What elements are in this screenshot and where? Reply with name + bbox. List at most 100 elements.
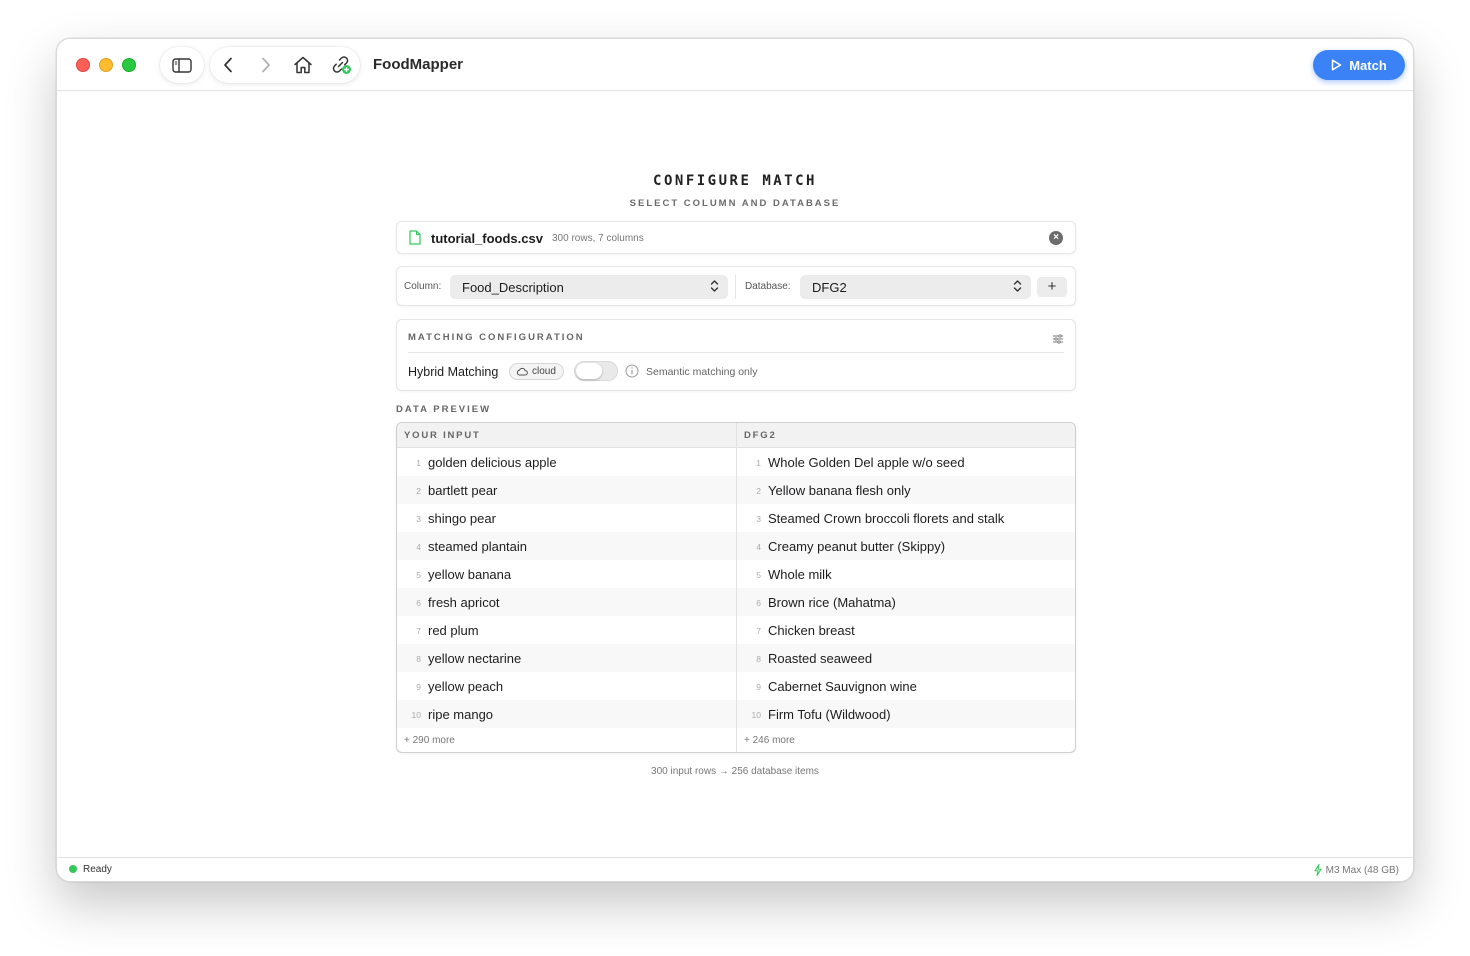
selected-file-card: tutorial_foods.csv 300 rows, 7 columns ×	[396, 221, 1076, 254]
status-indicator	[69, 865, 77, 873]
selector-divider	[735, 275, 736, 299]
table-row: 3 shingo pear	[397, 504, 736, 532]
hybrid-matching-toggle[interactable]	[574, 361, 618, 381]
chevron-right-icon	[262, 57, 270, 73]
table-row: 4 Creamy peanut butter (Skippy)	[737, 532, 1075, 560]
row-text: Chicken breast	[768, 623, 855, 638]
sidebar-toggle-group	[160, 47, 204, 83]
row-number: 1	[756, 458, 761, 468]
row-number: 4	[416, 542, 421, 552]
row-number: 10	[411, 710, 421, 720]
database-rows: 1 Whole Golden Del apple w/o seed 2 Yellow …	[737, 448, 1075, 728]
home-icon	[294, 56, 312, 74]
row-number: 6	[416, 598, 421, 608]
row-text: shingo pear	[428, 511, 496, 526]
close-window-button[interactable]	[76, 58, 90, 72]
table-row: 3 Steamed Crown broccoli florets and stal…	[737, 504, 1075, 532]
row-number: 7	[416, 626, 421, 636]
row-number: 2	[416, 486, 421, 496]
row-number: 8	[756, 654, 761, 664]
row-number: 8	[416, 654, 421, 664]
row-text: red plum	[428, 623, 479, 638]
sidebar-toggle-button[interactable]	[166, 47, 198, 83]
config-divider	[408, 352, 1064, 353]
selector-card: Column: Food_Description Database: DFG2 …	[396, 266, 1076, 306]
table-row: 5 Whole milk	[737, 560, 1075, 588]
play-icon	[1331, 59, 1342, 71]
row-text: fresh apricot	[428, 595, 500, 610]
cloud-badge: cloud	[509, 363, 564, 380]
hardware-info: M3 Max (48 GB)	[1314, 864, 1399, 876]
database-select[interactable]: DFG2	[800, 275, 1031, 299]
sidebar-icon	[172, 57, 192, 73]
row-number: 10	[751, 710, 761, 720]
link-add-icon	[332, 56, 351, 74]
app-title: FoodMapper	[373, 56, 463, 73]
sliders-icon	[1053, 334, 1063, 344]
navigation-group	[210, 47, 360, 83]
plus-icon: +	[1047, 278, 1057, 295]
row-text: Creamy peanut butter (Skippy)	[768, 539, 946, 554]
minimize-window-button[interactable]	[99, 58, 113, 72]
row-number: 9	[416, 682, 421, 692]
title-bar: FoodMapper Match	[57, 39, 1413, 91]
match-button[interactable]: Match	[1313, 50, 1405, 80]
column-select-value: Food_Description	[462, 280, 564, 295]
row-text: steamed plantain	[428, 539, 528, 554]
forward-button[interactable]	[250, 47, 282, 83]
row-text: Yellow banana flesh only	[768, 483, 911, 498]
page-subtitle: SELECT COLUMN AND DATABASE	[629, 198, 841, 209]
row-number: 9	[756, 682, 761, 692]
add-database-button[interactable]: +	[1037, 277, 1067, 297]
file-meta: 300 rows, 7 columns	[552, 233, 644, 244]
input-column: YOUR INPUT 1 golden delicious apple 2 bartl…	[397, 423, 737, 752]
table-row: 1 Whole Golden Del apple w/o seed	[737, 448, 1075, 476]
table-row: 6 fresh apricot	[397, 588, 736, 616]
hybrid-matching-label: Hybrid Matching	[408, 365, 499, 379]
cloud-icon	[516, 367, 528, 376]
row-number: 3	[756, 514, 761, 524]
row-text: yellow peach	[428, 679, 504, 694]
config-title: MATCHING CONFIGURATION	[408, 332, 585, 343]
row-number: 6	[756, 598, 761, 608]
clear-file-button[interactable]: ×	[1049, 231, 1063, 245]
row-text: Whole milk	[768, 567, 832, 582]
table-row: 4 steamed plantain	[397, 532, 736, 560]
row-text: Cabernet Sauvignon wine	[768, 679, 917, 694]
table-row: 2 Yellow banana flesh only	[737, 476, 1075, 504]
column-select[interactable]: Food_Description	[450, 275, 728, 299]
zoom-window-button[interactable]	[122, 58, 136, 72]
table-row: 1 golden delicious apple	[397, 448, 736, 476]
semantic-matching-label: Semantic matching only	[646, 366, 758, 378]
input-more-count: + 290 more	[404, 735, 455, 746]
row-text: bartlett pear	[428, 483, 498, 498]
row-number: 7	[756, 626, 761, 636]
config-settings-button[interactable]	[1052, 331, 1064, 349]
table-row: 5 yellow banana	[397, 560, 736, 588]
row-text: Firm Tofu (Wildwood)	[768, 707, 891, 722]
home-button[interactable]	[287, 47, 319, 83]
file-name: tutorial_foods.csv	[431, 231, 543, 246]
database-column: DFG2 1 Whole Golden Del apple w/o seed 2 Ye…	[737, 423, 1075, 752]
data-preview-title: DATA PREVIEW	[396, 404, 492, 415]
database-more-count: + 246 more	[744, 735, 795, 746]
add-link-button[interactable]	[325, 47, 357, 83]
status-text: Ready	[83, 864, 112, 875]
row-text: Steamed Crown broccoli florets and stalk	[768, 511, 1005, 526]
chevron-up-down-icon	[710, 280, 719, 292]
matching-config-card: MATCHING CONFIGURATION Hybrid Matching c…	[396, 319, 1076, 391]
row-text: ripe mango	[428, 707, 494, 722]
table-row: 6 Brown rice (Mahatma)	[737, 588, 1075, 616]
close-icon: ×	[1053, 232, 1059, 243]
page-title: CONFIGURE MATCH	[653, 173, 817, 189]
back-button[interactable]	[212, 47, 244, 83]
row-text: golden delicious apple	[428, 455, 557, 470]
file-icon	[409, 230, 421, 245]
table-row: 9 yellow peach	[397, 672, 736, 700]
match-button-label: Match	[1349, 57, 1387, 73]
input-rows: 1 golden delicious apple 2 bartlett pear 3 sh…	[397, 448, 736, 728]
info-icon[interactable]	[625, 364, 639, 378]
row-text: Roasted seaweed	[768, 651, 873, 666]
table-row: 9 Cabernet Sauvignon wine	[737, 672, 1075, 700]
app-window: FoodMapper Match CONFIGURE MATCH SELECT …	[56, 38, 1414, 882]
